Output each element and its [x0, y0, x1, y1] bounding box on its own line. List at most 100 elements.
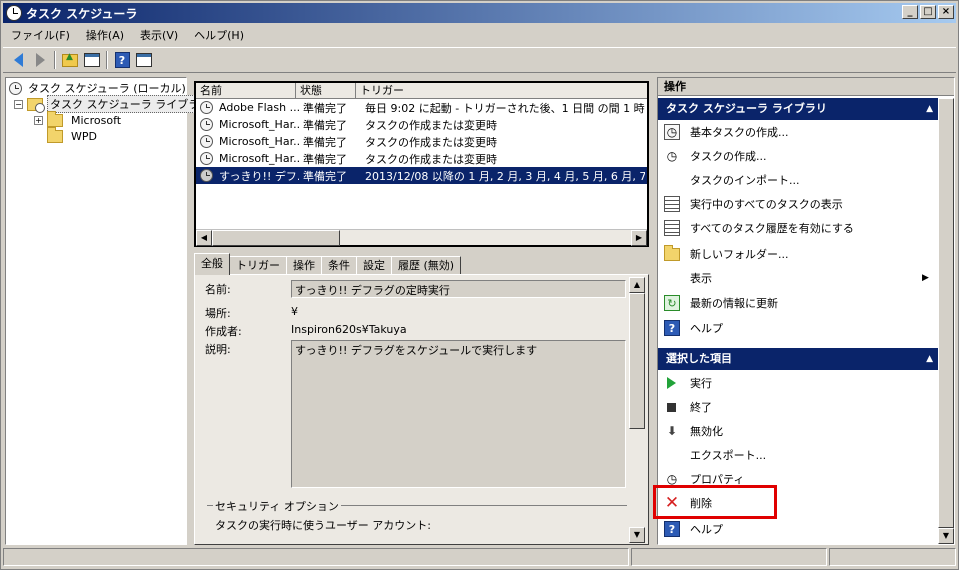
scroll-down-icon[interactable]: ▼: [938, 528, 954, 544]
task-list-hscrollbar[interactable]: ◀ ▶: [196, 229, 647, 246]
task-clock-icon: [200, 169, 213, 182]
show-hide-action-pane-button[interactable]: [133, 49, 155, 71]
task-row[interactable]: Microsoft_Har... 準備完了 タスクの作成または変更時: [196, 150, 647, 167]
task-row[interactable]: Adobe Flash ... 準備完了 毎日 9:02 に起動 - トリガーさ…: [196, 99, 647, 116]
action-pane-icon: [136, 53, 152, 67]
author-label: 作成者:: [205, 325, 242, 338]
task-row[interactable]: Microsoft_Har... 準備完了 タスクの作成または変更時: [196, 133, 647, 150]
collapse-up-icon[interactable]: ▲: [926, 98, 933, 120]
action-refresh[interactable]: ↻ 最新の情報に更新: [664, 293, 778, 313]
action-label: 実行中のすべてのタスクの表示: [690, 198, 843, 211]
actions-vscrollbar[interactable]: ▼: [938, 98, 954, 544]
scroll-right-icon[interactable]: ▶: [631, 230, 647, 246]
new-folder-icon: [664, 244, 680, 262]
menu-file[interactable]: ファイル(F): [3, 25, 78, 45]
security-group-label: セキュリティ オプション: [213, 498, 341, 514]
action-run[interactable]: 実行: [664, 373, 712, 393]
disable-down-arrow-icon: ⬇: [666, 424, 678, 438]
tree-item-label: タスク スケジューラ (ローカル): [28, 82, 186, 95]
task-clock-icon: [200, 152, 213, 165]
tree-item-label: Microsoft: [71, 113, 122, 127]
action-new-folder[interactable]: 新しいフォルダー...: [664, 244, 789, 264]
tab-settings[interactable]: 設定: [356, 256, 392, 275]
scroll-up-icon[interactable]: ▲: [629, 277, 645, 293]
back-button[interactable]: [7, 49, 29, 71]
action-help-library[interactable]: ? ヘルプ: [664, 318, 723, 338]
action-view[interactable]: 表示 ▶: [664, 268, 934, 288]
menu-view[interactable]: 表示(V): [132, 25, 186, 45]
tab-history[interactable]: 履歴 (無効): [391, 256, 462, 275]
action-label: 終了: [690, 401, 712, 414]
tab-conditions[interactable]: 条件: [321, 256, 357, 275]
task-clock-icon: ◷: [666, 149, 678, 163]
action-help-selected[interactable]: ? ヘルプ: [664, 519, 723, 539]
status-cell-main: [3, 548, 629, 566]
running-tasks-icon: [664, 196, 680, 212]
menu-action[interactable]: 操作(A): [78, 25, 132, 45]
action-show-running-tasks[interactable]: 実行中のすべてのタスクの表示: [664, 194, 843, 214]
task-clock-icon: [200, 118, 213, 131]
task-trigger: 2013/12/08 以降の 1 月, 2 月, 3 月, 4 月, 5 月, …: [365, 169, 645, 183]
help-toolbar-button[interactable]: ?: [111, 49, 133, 71]
action-export[interactable]: エクスポート...: [664, 445, 766, 465]
collapse-up-icon[interactable]: ▲: [926, 348, 933, 370]
name-label: 名前:: [205, 283, 231, 296]
back-arrow-icon: [13, 53, 23, 67]
section-library-header[interactable]: タスク スケジューラ ライブラリ ▲: [658, 98, 939, 120]
action-disable[interactable]: ⬇ 無効化: [664, 421, 723, 441]
menu-help[interactable]: ヘルプ(H): [186, 25, 252, 45]
scroll-left-icon[interactable]: ◀: [196, 230, 212, 246]
action-label: すべてのタスク履歴を有効にする: [690, 222, 854, 235]
section-title: タスク スケジューラ ライブラリ: [666, 102, 827, 115]
tab-triggers[interactable]: トリガー: [229, 256, 287, 275]
action-properties[interactable]: ◷ プロパティ: [664, 469, 745, 489]
minimize-button[interactable]: _: [902, 5, 918, 19]
task-list[interactable]: 名前 状態 トリガー Adobe Flash ... 準備完了 毎日 9:02 …: [194, 81, 649, 247]
tab-general[interactable]: 全般: [194, 253, 230, 275]
action-import-task[interactable]: タスクのインポート...: [664, 170, 800, 190]
column-status[interactable]: 状態: [296, 83, 356, 99]
expand-icon[interactable]: +: [34, 115, 43, 125]
action-delete[interactable]: ✕ 削除: [664, 493, 712, 513]
detail-vscrollbar[interactable]: ▲ ▼: [629, 277, 645, 543]
close-button[interactable]: ×: [938, 5, 954, 19]
column-trigger[interactable]: トリガー: [356, 83, 647, 99]
scroll-thumb[interactable]: [938, 98, 954, 528]
tab-actions[interactable]: 操作: [286, 256, 322, 275]
scroll-thumb[interactable]: [212, 230, 340, 246]
forward-button[interactable]: [29, 49, 51, 71]
action-create-task[interactable]: ◷ タスクの作成...: [664, 146, 767, 166]
task-status: 準備完了: [303, 118, 347, 132]
show-hide-console-tree-button[interactable]: [81, 49, 103, 71]
toolbar-separator: [106, 51, 108, 69]
tree-item-local[interactable]: タスク スケジューラ (ローカル): [9, 80, 188, 96]
window-title: タスク スケジューラ: [26, 6, 138, 21]
description-field[interactable]: すっきり!! デフラグをスケジュールで実行します: [291, 340, 626, 488]
refresh-icon: ↻: [664, 295, 680, 311]
action-create-basic-task[interactable]: ◷ 基本タスクの作成...: [664, 122, 789, 142]
task-name-field[interactable]: すっきり!! デフラグの定時実行: [291, 280, 626, 298]
task-row-selected[interactable]: すっきり!! デフ... 準備完了 2013/12/08 以降の 1 月, 2 …: [196, 167, 647, 184]
console-tree[interactable]: タスク スケジューラ (ローカル) − タスク スケジューラ ライブラリ + M…: [5, 77, 214, 545]
action-label: 削除: [690, 497, 712, 510]
action-end[interactable]: 終了: [664, 397, 712, 417]
action-enable-history[interactable]: すべてのタスク履歴を有効にする: [664, 218, 854, 238]
tree-item-wpd[interactable]: WPD: [47, 126, 99, 144]
task-name: Adobe Flash ...: [219, 101, 299, 114]
maximize-button[interactable]: □: [920, 5, 936, 19]
tree-item-library[interactable]: − タスク スケジューラ ライブラリ: [14, 95, 214, 113]
column-name[interactable]: 名前: [196, 83, 296, 99]
task-row[interactable]: Microsoft_Har... 準備完了 タスクの作成または変更時: [196, 116, 647, 133]
collapse-icon[interactable]: −: [14, 99, 23, 109]
description-label: 説明:: [205, 343, 231, 356]
section-selected-header[interactable]: 選択した項目 ▲: [658, 348, 939, 370]
properties-clock-icon: ◷: [666, 472, 678, 486]
scroll-thumb[interactable]: [629, 293, 645, 429]
title-bar[interactable]: タスク スケジューラ _ □ ×: [3, 3, 956, 23]
toolbar-separator: [54, 51, 56, 69]
up-folder-button[interactable]: [59, 49, 81, 71]
task-status: 準備完了: [303, 152, 347, 166]
help-icon: ?: [664, 320, 680, 336]
scroll-down-icon[interactable]: ▼: [629, 527, 645, 543]
task-name: Microsoft_Har...: [219, 118, 299, 131]
